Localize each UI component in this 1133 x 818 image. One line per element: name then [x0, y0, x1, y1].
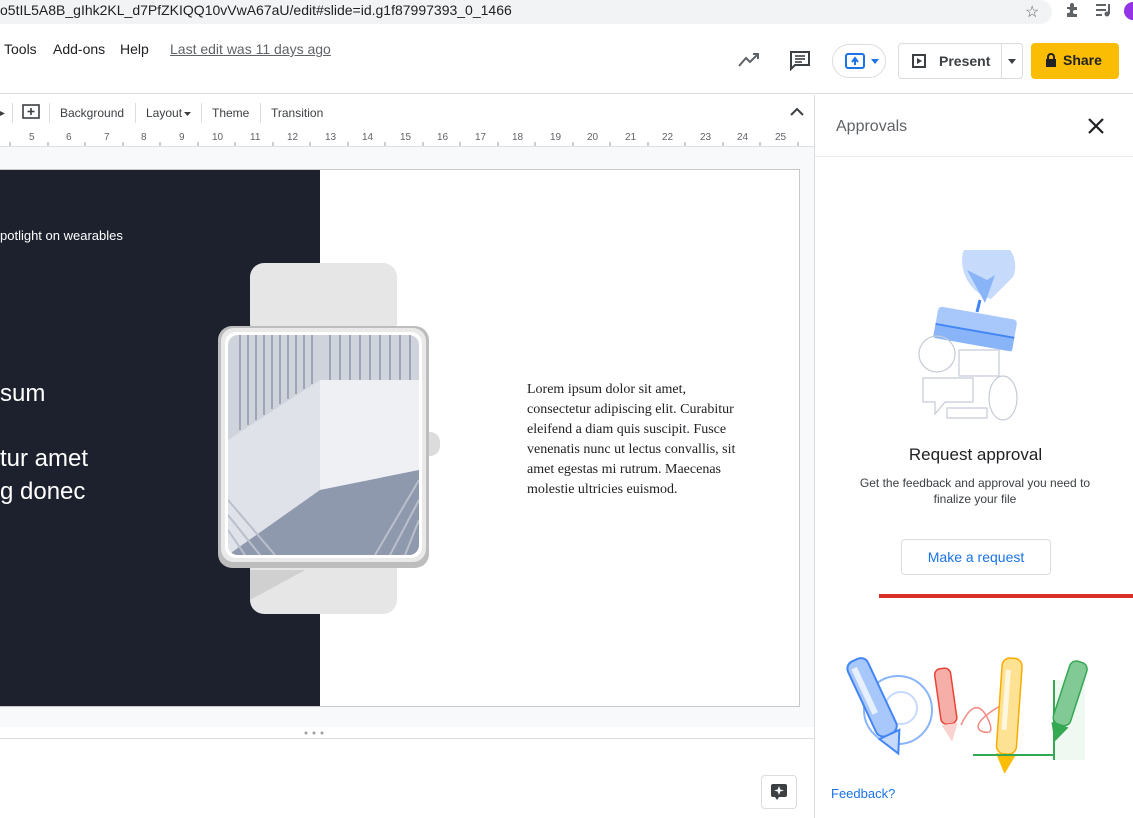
lock-icon	[1046, 53, 1056, 67]
theme-button[interactable]: Theme	[212, 106, 249, 120]
menu-addons[interactable]: Add-ons	[53, 41, 105, 57]
resize-handle-icon[interactable]	[303, 731, 325, 735]
request-approval-description: Get the feedback and approval you need t…	[859, 476, 1091, 506]
request-approval-title: Request approval	[908, 445, 1043, 464]
slide-body-text[interactable]: Lorem ipsum dolor sit amet, consectetur …	[527, 380, 747, 500]
explore-button[interactable]	[761, 775, 797, 809]
comment-history-icon[interactable]	[788, 50, 812, 77]
toolbar-divider	[49, 103, 50, 123]
collapse-toolbar-icon[interactable]	[790, 107, 804, 116]
profile-avatar[interactable]	[1124, 2, 1133, 20]
menu-help[interactable]: Help	[120, 41, 149, 57]
toolbar-divider	[201, 103, 202, 123]
transition-button[interactable]: Transition	[271, 106, 323, 120]
present-split-divider	[1001, 44, 1002, 78]
make-request-label: Make a request	[927, 549, 1025, 565]
present-button[interactable]: Present	[898, 43, 1023, 79]
annotation-underline	[879, 594, 1133, 598]
url-text[interactable]: o5tIL5A8B_gIhk2KL_d7PfZKIQQ10vVwA67aU/ed…	[0, 2, 512, 18]
present-to-meeting-button[interactable]	[832, 44, 886, 78]
present-label: Present	[939, 53, 991, 69]
speaker-notes-area[interactable]	[0, 731, 814, 818]
browser-toolbar: o5tIL5A8B_gIhk2KL_d7PfZKIQQ10vVwA67aU/ed…	[0, 0, 1133, 28]
toolbar-divider	[12, 103, 13, 123]
layout-dropdown-icon	[184, 112, 191, 116]
panel-header: Approvals	[815, 95, 1133, 157]
share-button[interactable]: Share	[1031, 43, 1119, 79]
dropdown-caret-icon[interactable]	[0, 111, 5, 116]
slide[interactable]: potlight on wearables sum tur amet g don…	[0, 169, 800, 707]
panel-title: Approvals	[836, 118, 908, 135]
approval-stamp-illustration	[918, 250, 1018, 421]
slide-toolbar: Background Layout Theme Transition	[0, 95, 814, 131]
toolbar-divider	[135, 103, 136, 123]
slide-heading-line[interactable]: sum	[0, 380, 45, 408]
bookmark-star-icon[interactable]: ☆	[1025, 2, 1039, 22]
menu-tools[interactable]: Tools	[4, 41, 37, 57]
pens-illustration	[846, 657, 1088, 774]
present-dropdown-icon[interactable]	[1008, 59, 1016, 64]
slide-heading-line[interactable]: tur amet	[0, 445, 88, 473]
media-control-icon[interactable]	[1095, 2, 1113, 23]
smartwatch-image[interactable]	[215, 260, 445, 616]
slide-subtitle[interactable]: potlight on wearables	[0, 228, 123, 243]
layout-button[interactable]: Layout	[146, 106, 182, 120]
close-icon[interactable]	[1087, 117, 1105, 135]
make-request-button[interactable]: Make a request	[901, 539, 1051, 575]
share-label: Share	[1063, 52, 1102, 68]
explore-sparkle-icon	[771, 784, 787, 800]
activity-trend-icon[interactable]	[737, 50, 761, 75]
extensions-icon[interactable]	[1064, 2, 1080, 23]
background-button[interactable]: Background	[60, 106, 124, 120]
toolbar-divider	[260, 103, 261, 123]
address-bar[interactable]: o5tIL5A8B_gIhk2KL_d7PfZKIQQ10vVwA67aU/ed…	[0, 0, 1052, 24]
new-comment-icon[interactable]	[22, 104, 40, 122]
chevron-down-icon	[871, 59, 879, 64]
approvals-panel: Approvals Request approval Get the feedb…	[814, 95, 1133, 818]
ruler-ticks	[9, 142, 799, 146]
slide-heading-line[interactable]: g donec	[0, 478, 85, 506]
feedback-link[interactable]: Feedback?	[831, 786, 895, 801]
last-edit-link[interactable]: Last edit was 11 days ago	[170, 41, 331, 57]
upload-present-icon	[845, 53, 865, 69]
horizontal-ruler: 5 6 7 8 9 10 11 12 13 14 15 16 17 18 19 …	[0, 131, 814, 147]
slideshow-icon	[912, 54, 926, 68]
